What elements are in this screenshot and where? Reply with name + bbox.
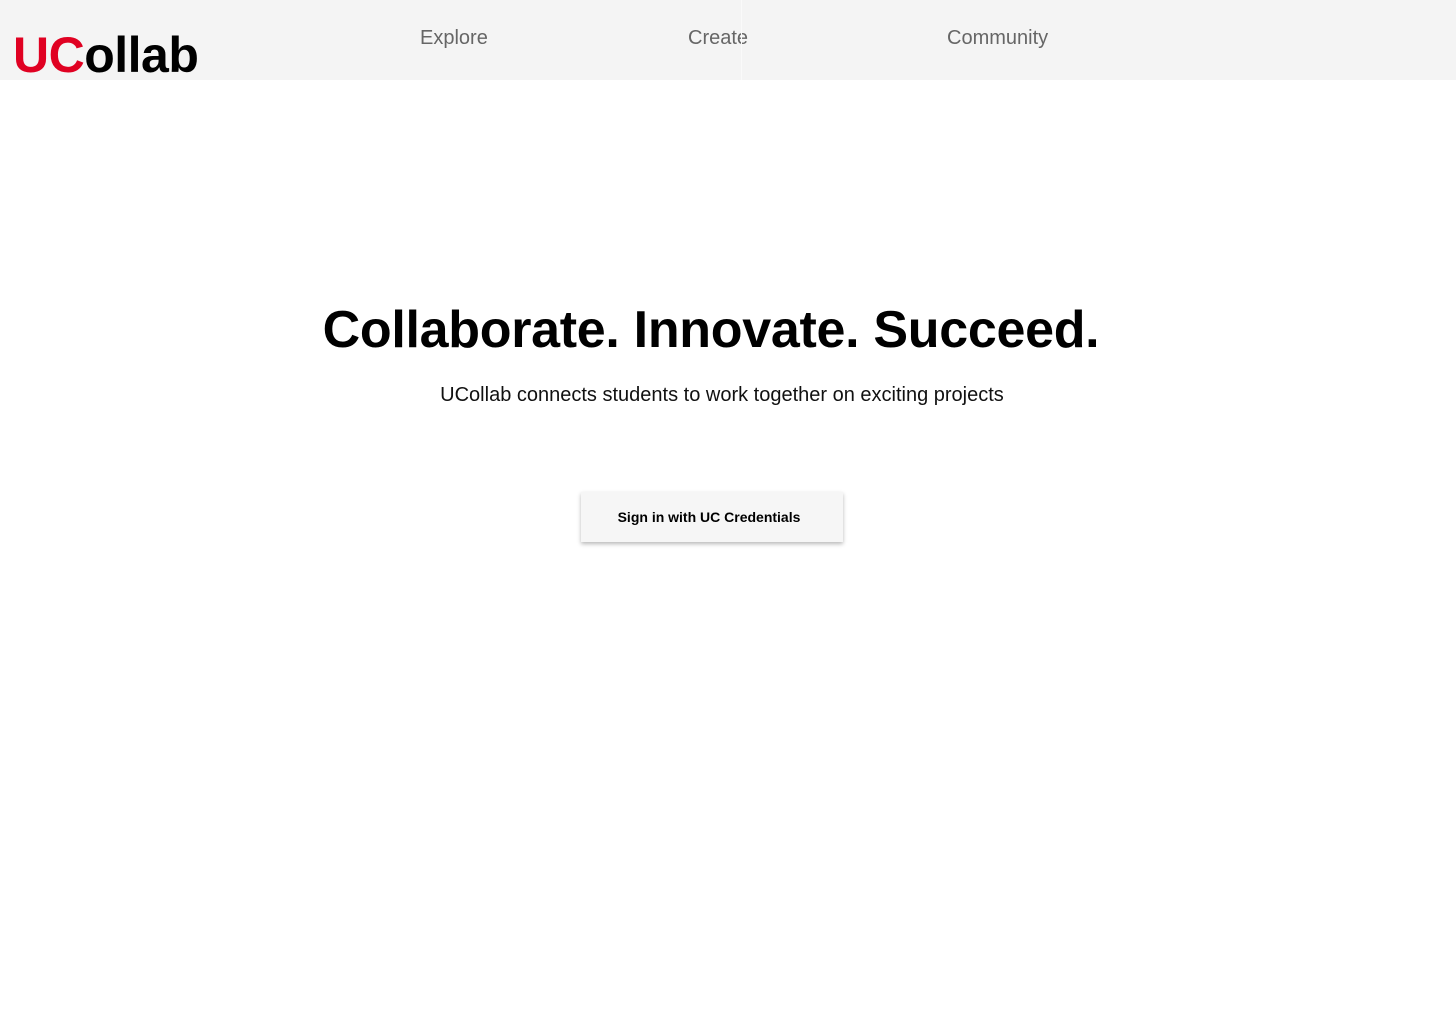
- top-navbar: UCollab Explore Create Community: [0, 0, 1456, 83]
- nav-link-community[interactable]: Community: [947, 24, 1048, 52]
- ucollab-logo[interactable]: UCollab: [13, 26, 199, 84]
- logo-accent-text: UC: [13, 27, 85, 83]
- nav-link-create[interactable]: Create: [688, 24, 748, 52]
- divider: [741, 0, 742, 80]
- signin-button[interactable]: Sign in with UC Credentials: [581, 492, 843, 542]
- hero-title: Collaborate. Innovate. Succeed.: [322, 301, 1100, 359]
- hero-subtitle: UCollab connects students to work togeth…: [440, 384, 1004, 406]
- logo-rest-text: ollab: [84, 27, 199, 83]
- nav-link-explore[interactable]: Explore: [420, 24, 488, 52]
